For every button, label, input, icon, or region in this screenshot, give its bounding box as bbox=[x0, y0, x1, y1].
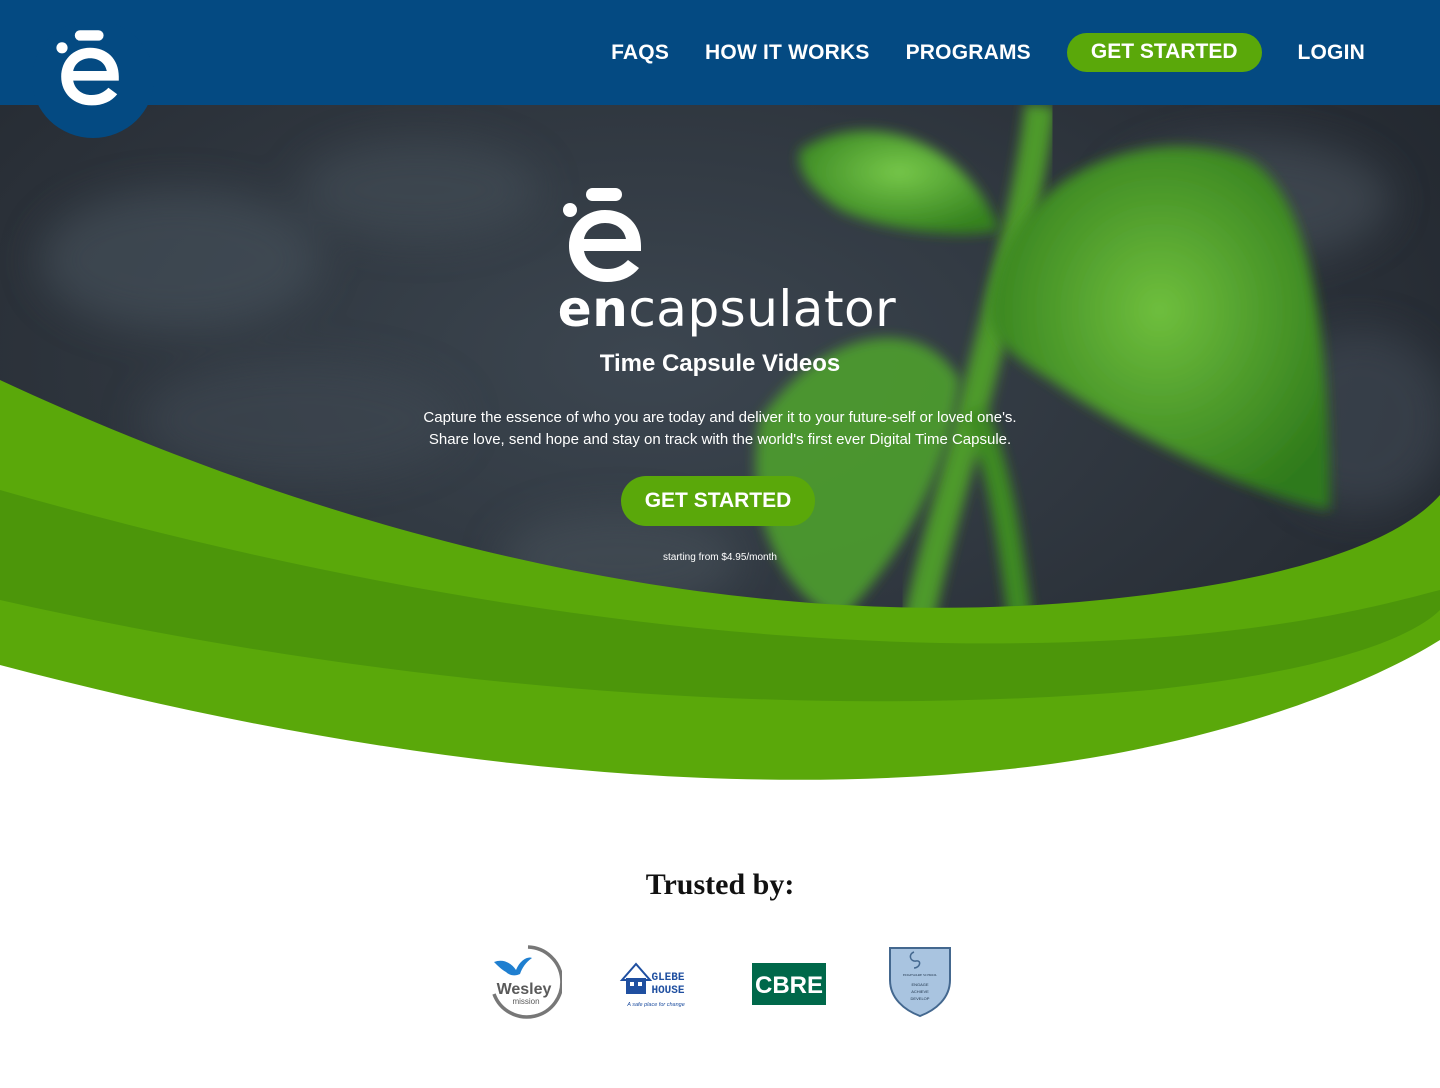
edgeware-school-crest: EDGEWARE SCHOOL ENGAGE ACHIEVE DEVELOP bbox=[889, 947, 951, 1018]
wesley-logo-text: Wesley bbox=[497, 981, 552, 998]
edgeware-motto-2: ACHIEVE bbox=[911, 989, 929, 994]
edgeware-school-name: EDGEWARE SCHOOL bbox=[903, 973, 937, 977]
cbre-logo: CBRE bbox=[752, 963, 826, 1005]
hero-section: encapsulator Time Capsule Videos Capture… bbox=[0, 0, 1440, 800]
glebe-house-subtext: A safe place for change bbox=[626, 1002, 685, 1008]
encapsulator-logo-icon bbox=[563, 188, 641, 282]
glebe-house-logo: GLEBE HOUSE A safe place for change bbox=[619, 962, 685, 1008]
hero-description: Capture the essence of who you are today… bbox=[0, 407, 1440, 451]
cbre-logo-text: CBRE bbox=[755, 972, 823, 999]
hero-tagline: Time Capsule Videos bbox=[599, 350, 841, 377]
top-navbar: FAQS HOW IT WORKS PROGRAMS GET STARTED L… bbox=[0, 0, 1440, 105]
nav-faqs[interactable]: FAQS bbox=[611, 41, 669, 65]
svg-text:HOUSE: HOUSE bbox=[651, 985, 684, 997]
brand-wordmark: encapsulator bbox=[0, 280, 1440, 338]
hero-get-started-button[interactable]: GET STARTED bbox=[621, 476, 815, 526]
main-nav: FAQS HOW IT WORKS PROGRAMS GET STARTED L… bbox=[575, 33, 1365, 72]
wesley-logo-subtext: mission bbox=[512, 997, 539, 1006]
price-note: starting from $4.95/month bbox=[663, 552, 777, 563]
wesley-mission-logo: Wesley mission bbox=[492, 945, 562, 1019]
glebe-house-text: GLEBE bbox=[651, 972, 684, 984]
nav-get-started-button[interactable]: GET STARTED bbox=[1066, 33, 1262, 72]
nav-login[interactable]: LOGIN bbox=[1298, 41, 1366, 65]
trusted-by-heading: Trusted by: bbox=[645, 868, 795, 901]
nav-programs[interactable]: PROGRAMS bbox=[906, 41, 1031, 65]
edgeware-motto-3: DEVELOP bbox=[911, 996, 930, 1001]
edgeware-motto-1: ENGAGE bbox=[911, 982, 928, 987]
encapsulator-logo-icon bbox=[56, 30, 119, 106]
wordmark-bold: en bbox=[557, 280, 629, 338]
wordmark-light: capsulator bbox=[628, 280, 897, 338]
hero-text-line2: Share love, send hope and stay on track … bbox=[428, 431, 1012, 448]
hero-background bbox=[0, 0, 1440, 800]
nav-how-it-works[interactable]: HOW IT WORKS bbox=[705, 41, 870, 65]
header-logo[interactable] bbox=[32, 20, 154, 138]
hero-text-line1: Capture the essence of who you are today… bbox=[423, 409, 1017, 426]
